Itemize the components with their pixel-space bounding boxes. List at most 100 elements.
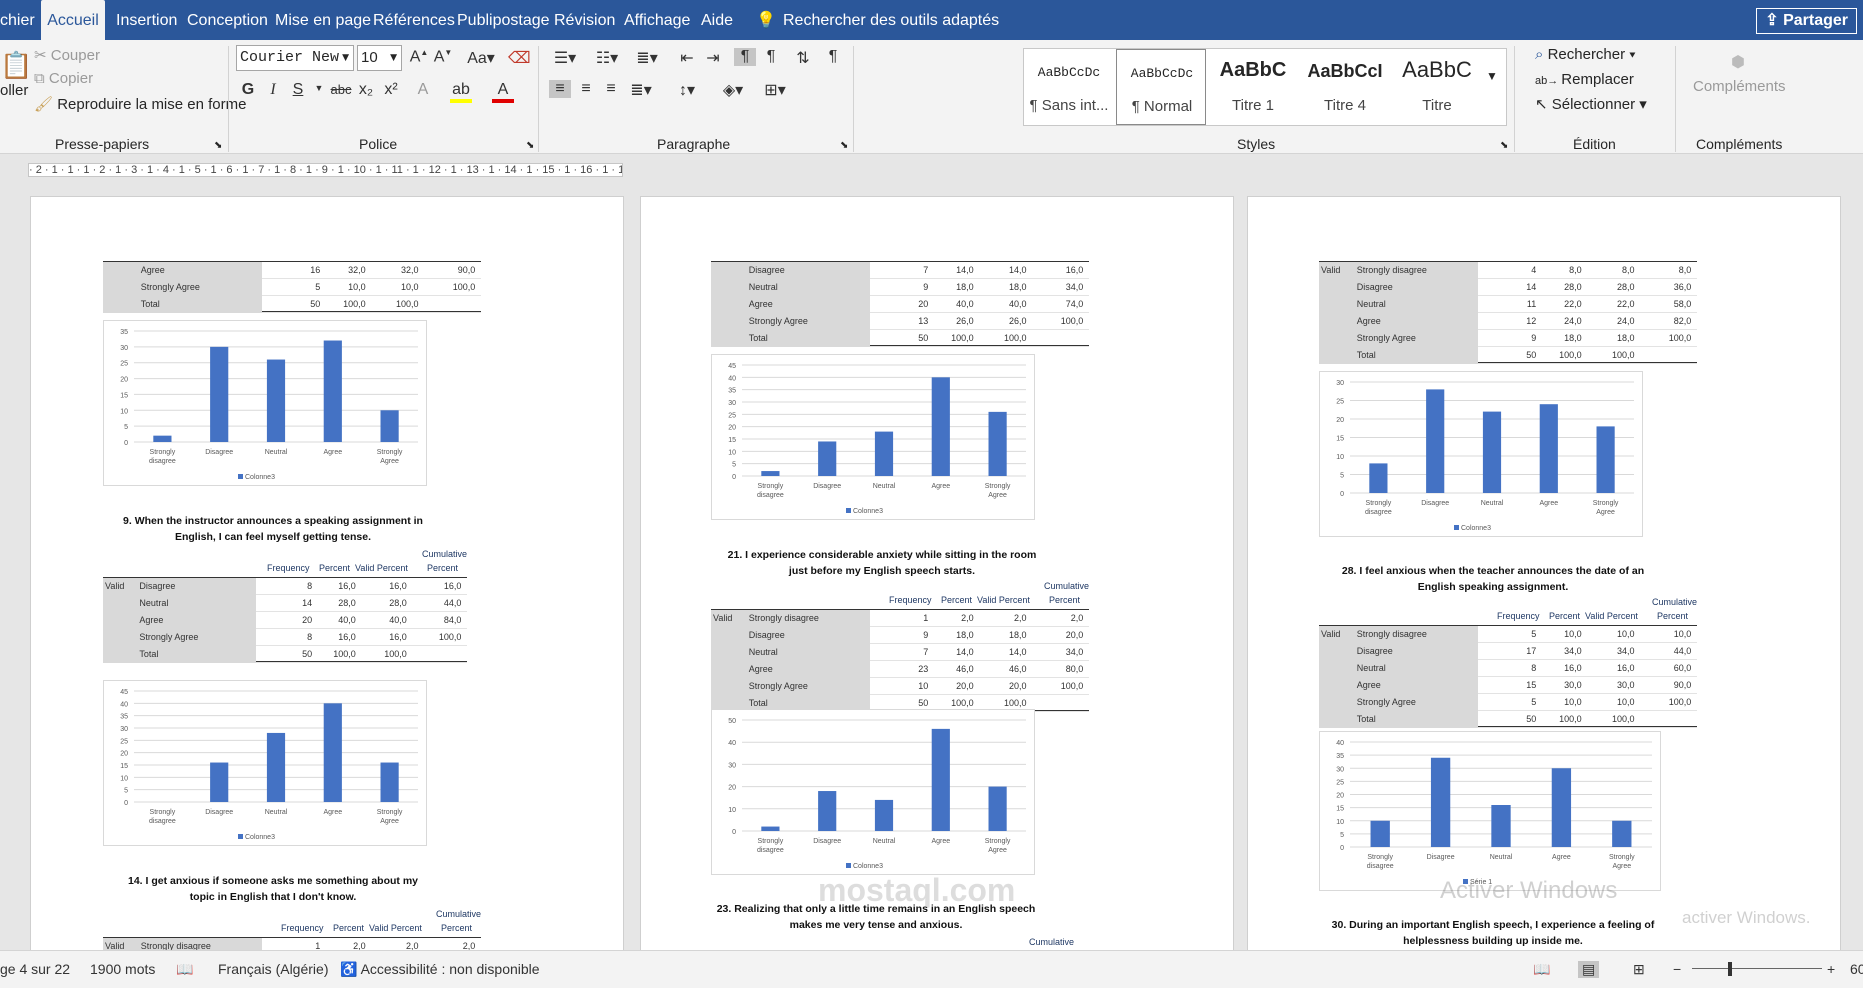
proofing-icon[interactable]: 📖 bbox=[176, 961, 193, 978]
multilevel-list-icon[interactable]: ≣▾ bbox=[632, 48, 662, 68]
table-cell: 100,0 bbox=[1612, 350, 1635, 360]
tab-affichage[interactable]: Affichage bbox=[624, 0, 690, 40]
sort-icon[interactable]: ⇅ bbox=[792, 48, 814, 68]
table-cell: 18,0 bbox=[1564, 333, 1582, 343]
highlight-icon[interactable]: ab bbox=[450, 81, 472, 103]
table-cell: 50 bbox=[302, 649, 313, 659]
bar bbox=[1491, 805, 1511, 847]
font-name-combo[interactable]: Courier New ▼ bbox=[236, 45, 354, 71]
bar bbox=[153, 435, 172, 442]
tab-conception[interactable]: Conception bbox=[187, 0, 268, 40]
y-tick-label: 40 bbox=[120, 701, 128, 708]
table-cell: 100,0 bbox=[1060, 681, 1084, 691]
superscript-button[interactable]: x² bbox=[380, 81, 402, 99]
borders-icon[interactable]: ⊞▾ bbox=[760, 80, 790, 100]
tell-me-search[interactable]: Rechercher des outils adaptés bbox=[783, 0, 999, 40]
language-indicator[interactable]: Français (Algérie) bbox=[218, 961, 328, 977]
clipboard-launcher-icon[interactable]: ⬊ bbox=[214, 140, 222, 151]
paste-icon[interactable]: 📋 bbox=[0, 50, 32, 81]
font-color-icon[interactable]: A bbox=[492, 81, 514, 103]
page-count[interactable]: ge 4 sur 22 bbox=[0, 961, 70, 977]
styles-launcher-icon[interactable]: ⬊ bbox=[1500, 140, 1508, 151]
addins-button[interactable]: Compléments bbox=[1693, 78, 1786, 95]
zoom-slider[interactable] bbox=[1692, 968, 1822, 969]
style-heading-1[interactable]: AaBbC Titre 1 bbox=[1208, 49, 1298, 125]
align-center-icon[interactable]: ≡ bbox=[575, 80, 597, 98]
justify-icon[interactable]: ≣▾ bbox=[626, 80, 656, 100]
font-size-combo[interactable]: 10 ▼ bbox=[357, 45, 402, 71]
cut-button[interactable]: ✂ Couper bbox=[34, 46, 100, 64]
line-spacing-icon[interactable]: ↕▾ bbox=[672, 80, 702, 100]
tab-references[interactable]: Références bbox=[373, 0, 455, 40]
shading-icon[interactable]: ◈▾ bbox=[718, 80, 748, 100]
document-page[interactable]: Valid Strongly disagree 4 8,0 8,0 8,0 Disagree… bbox=[1247, 196, 1841, 956]
zoom-level[interactable]: 60 bbox=[1850, 961, 1863, 977]
document-page[interactable]: Agree 16 32,0 32,0 90,0 Strongly Agree 5 10,0 10… bbox=[30, 196, 624, 956]
chevron-down-icon[interactable]: ▼ bbox=[308, 83, 330, 93]
shrink-font-icon[interactable]: A▼ bbox=[432, 48, 454, 66]
align-left-icon[interactable]: ≡ bbox=[549, 80, 571, 98]
style-no-spacing[interactable]: AaBbCcDc ¶ Sans int... bbox=[1024, 49, 1114, 125]
decrease-indent-icon[interactable]: ⇤ bbox=[676, 48, 698, 68]
separator bbox=[538, 46, 539, 152]
show-marks-icon[interactable]: ¶ bbox=[822, 48, 844, 66]
bullets-icon[interactable]: ☰▾ bbox=[550, 48, 580, 68]
change-case-icon[interactable]: Aa▾ bbox=[464, 48, 498, 68]
tab-fichier[interactable]: chier bbox=[0, 0, 35, 40]
replace-button[interactable]: ab→ Remplacer bbox=[1535, 71, 1634, 88]
style-heading-4[interactable]: AaBbCcI Titre 4 bbox=[1300, 49, 1390, 125]
word-count[interactable]: 1900 mots bbox=[90, 961, 155, 977]
table-cell: 5 bbox=[1531, 629, 1537, 639]
find-button[interactable]: ⌕ Rechercher ▾ bbox=[1535, 46, 1636, 63]
align-right-icon[interactable]: ≡ bbox=[600, 80, 622, 98]
x-tick-label: Neutral bbox=[265, 449, 288, 456]
tab-insertion[interactable]: Insertion bbox=[116, 0, 177, 40]
paste-button[interactable]: oller bbox=[0, 82, 28, 99]
paragraph-launcher-icon[interactable]: ⬊ bbox=[840, 140, 848, 151]
strikethrough-button[interactable]: abc bbox=[328, 82, 354, 97]
ltr-icon[interactable]: ¶ bbox=[734, 48, 756, 66]
tab-revision[interactable]: Révision bbox=[554, 0, 615, 40]
row-label-cell bbox=[711, 644, 870, 661]
clear-format-icon[interactable]: ⌫ bbox=[508, 48, 531, 68]
web-layout-icon[interactable]: ⊞ bbox=[1633, 961, 1645, 978]
accessibility-indicator[interactable]: ♿ Accessibilité : non disponible bbox=[340, 961, 540, 978]
tab-aide[interactable]: Aide bbox=[701, 0, 733, 40]
table-row: Strongly Agree 5 10,0 10,0 100,0 bbox=[1319, 694, 1697, 711]
style-normal[interactable]: AaBbCcDc ¶ Normal bbox=[1116, 49, 1206, 125]
italic-button[interactable]: I bbox=[262, 81, 284, 99]
document-page[interactable]: Disagree 7 14,0 14,0 16,0 Neutral 9 18,0 18,0 34,… bbox=[640, 196, 1234, 956]
x-tick-label: Strongly disagree bbox=[149, 809, 176, 825]
table-row: Disagree 7 14,0 14,0 16,0 bbox=[711, 262, 1089, 279]
style-title[interactable]: AaBbC Titre bbox=[1392, 49, 1482, 125]
copy-button[interactable]: ⧉ Copier bbox=[34, 70, 93, 87]
read-mode-icon[interactable]: 📖 bbox=[1533, 961, 1550, 978]
subscript-button[interactable]: x₂ bbox=[355, 81, 377, 99]
text-effects-icon[interactable]: A bbox=[412, 81, 434, 99]
tab-accueil[interactable]: Accueil bbox=[41, 0, 105, 40]
font-launcher-icon[interactable]: ⬊ bbox=[526, 140, 534, 151]
table-cell: 10,0 bbox=[1617, 629, 1635, 639]
addins-group-label: Compléments bbox=[1696, 136, 1783, 152]
share-button[interactable]: ⇪ Partager bbox=[1756, 8, 1857, 34]
tab-publipostage[interactable]: Publipostage bbox=[457, 0, 550, 40]
ruler-scale[interactable]: · 2 · 1 · 1 · 1 · 2 · 1 · 3 · 1 · 4 · 1 … bbox=[28, 163, 623, 177]
zoom-slider-thumb[interactable] bbox=[1728, 962, 1732, 976]
zoom-in-icon[interactable]: + bbox=[1827, 961, 1835, 977]
rtl-icon[interactable]: ¶ bbox=[760, 48, 782, 66]
table-row: Agree 23 46,0 46,0 80,0 bbox=[711, 661, 1089, 678]
format-painter-button[interactable]: 🖌 Reproduire la mise en forme bbox=[34, 95, 246, 113]
numbering-icon[interactable]: ☷▾ bbox=[592, 48, 622, 68]
grow-font-icon[interactable]: A▲ bbox=[408, 48, 430, 66]
tab-mise-en-page[interactable]: Mise en page bbox=[275, 0, 371, 40]
increase-indent-icon[interactable]: ⇥ bbox=[702, 48, 724, 68]
y-tick-label: 20 bbox=[728, 785, 736, 792]
underline-button[interactable]: S bbox=[287, 81, 309, 99]
styles-more-icon[interactable]: ▼ bbox=[1486, 69, 1498, 83]
row-label-cell bbox=[711, 330, 870, 347]
table-cell: 8 bbox=[307, 581, 313, 591]
bold-button[interactable]: G bbox=[237, 81, 259, 99]
zoom-out-icon[interactable]: − bbox=[1673, 961, 1681, 977]
print-layout-icon[interactable]: ▤ bbox=[1578, 961, 1600, 978]
select-button[interactable]: ↖ Sélectionner ▾ bbox=[1535, 95, 1647, 113]
